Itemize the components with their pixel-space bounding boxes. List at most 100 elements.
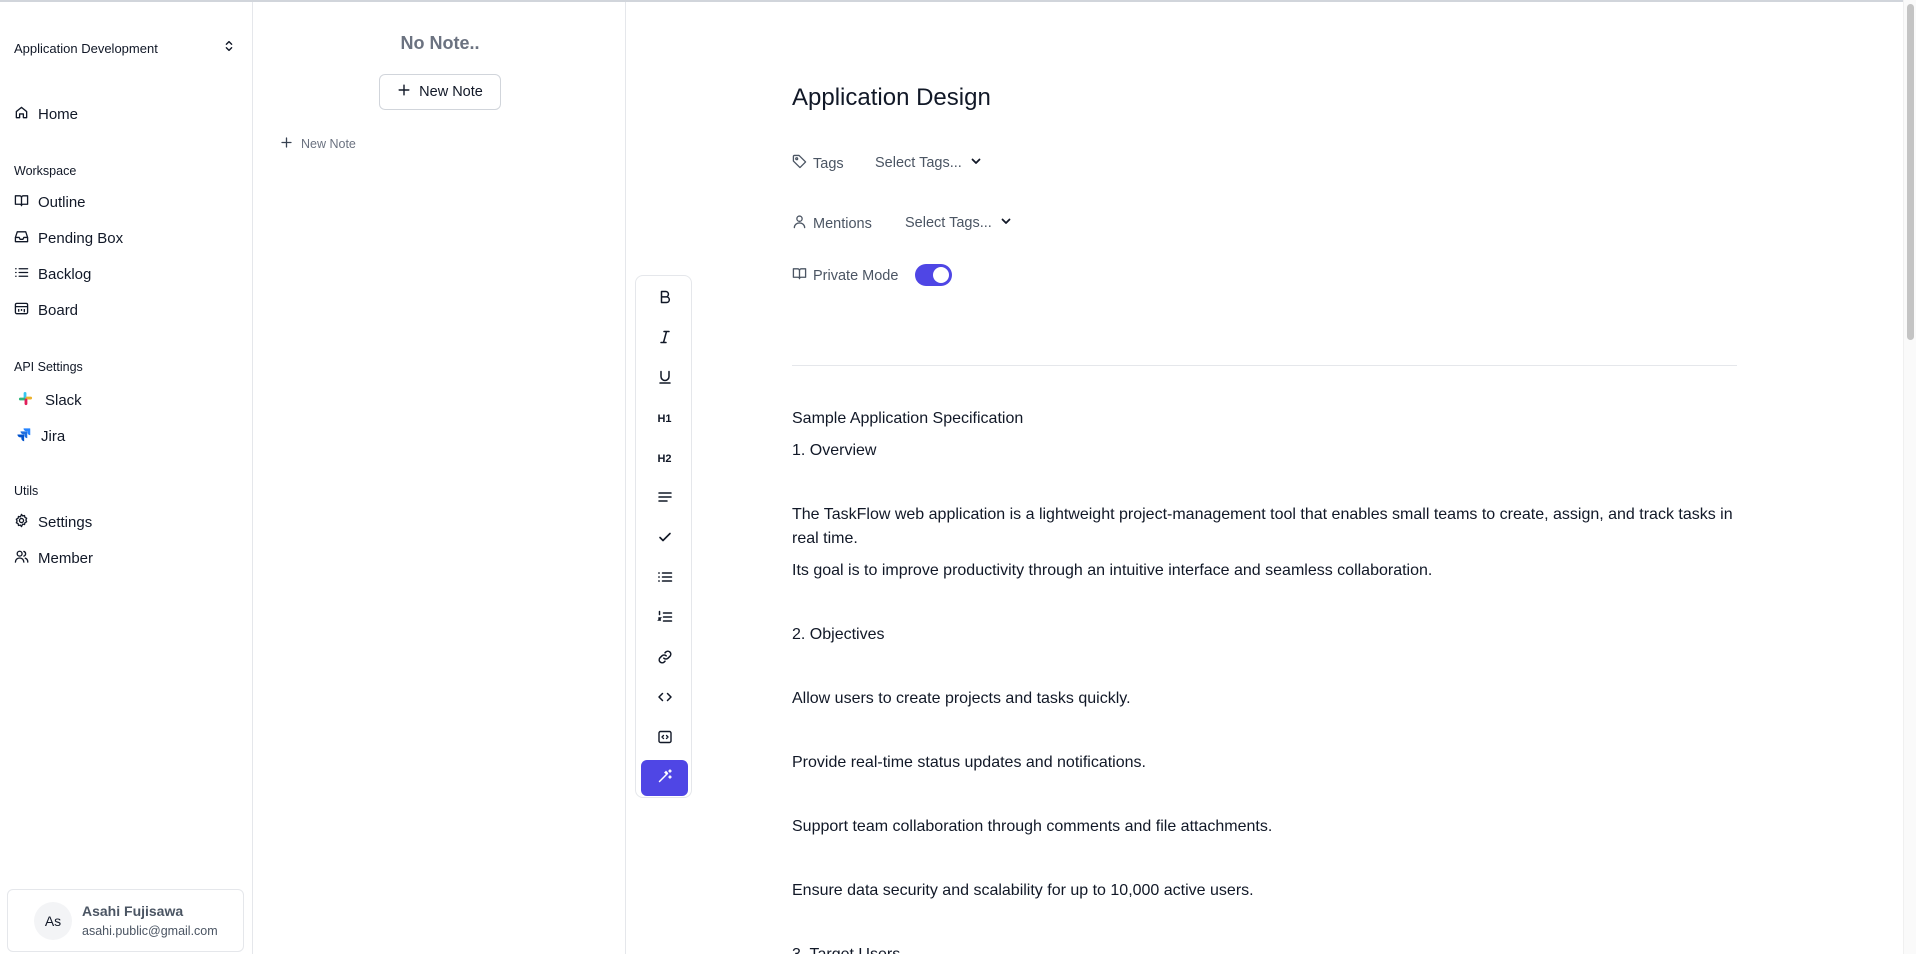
section-label-utils: Utils [14,484,39,498]
sidebar: Application Development Home Workspace O… [0,2,253,954]
section-label-api-settings: API Settings [14,360,83,374]
mentions-select-placeholder: Select Tags... [905,215,992,231]
user-icon [792,214,807,233]
tags-label: Tags [792,154,844,173]
link-icon [657,649,673,670]
italic-icon [657,329,673,350]
tags-label-text: Tags [813,155,844,172]
underline-icon [657,369,673,390]
target-users-heading: 3. Target Users [792,943,1737,954]
list-icon [14,265,29,284]
user-email: asahi.public@gmail.com [82,924,218,938]
notes-panel: No Note.. New Note New Note [254,2,626,954]
sidebar-item-jira[interactable]: Jira [16,424,65,448]
objective-item-2: Provide real-time status updates and not… [792,754,1146,771]
sidebar-item-label: Board [38,301,79,319]
magic-wand-icon [657,768,673,789]
private-mode-toggle[interactable] [915,264,952,286]
book-open-icon [792,266,807,285]
tags-select-placeholder: Select Tags... [875,155,962,171]
mentions-label: Mentions [792,214,872,233]
chevron-down-icon [970,155,982,171]
section-label-workspace: Workspace [14,164,77,178]
heading1-icon: H1 [657,413,672,425]
checklist-button[interactable] [641,522,688,556]
inbox-icon [14,229,29,248]
book-open-icon [14,193,29,212]
underline-button[interactable] [641,362,688,396]
sidebar-item-pending-box[interactable]: Pending Box [14,226,123,250]
heading2-button[interactable]: H2 [641,442,688,476]
sidebar-item-label: Member [38,549,94,567]
spec-title: Sample Application Specification [792,410,1024,427]
tag-icon [792,154,807,173]
checkmark-icon [657,529,673,550]
heading1-button[interactable]: H1 [641,402,688,436]
sidebar-item-backlog[interactable]: Backlog [14,262,91,286]
ordered-list-button[interactable] [641,602,688,636]
sidebar-item-label: Jira [41,427,66,445]
toggle-knob [933,267,949,283]
sidebar-item-home[interactable]: Home [14,102,78,126]
private-mode-label: Private Mode [792,266,898,285]
chevron-down-icon [1000,215,1012,231]
bullet-list-icon [657,569,673,590]
sidebar-item-label: Outline [38,193,86,211]
empty-notes-title: No Note.. [400,33,480,53]
sidebar-item-slack[interactable]: Slack [18,388,82,412]
sidebar-item-board[interactable]: Board [14,298,78,322]
link-button[interactable] [641,642,688,676]
note-editor: Application Design Tags Select Tags... M… [792,0,1737,954]
workspace-switcher[interactable]: Application Development [14,36,236,60]
sidebar-item-member[interactable]: Member [14,546,93,570]
sidebar-item-label: Home [38,105,79,123]
plus-icon [280,136,293,152]
bold-icon [657,289,673,310]
code-block-icon [657,729,673,750]
board-icon [14,301,29,320]
sidebar-item-label: Pending Box [38,229,124,247]
mentions-label-text: Mentions [813,215,872,232]
objective-item-3: Support team collaboration through comme… [792,818,1273,835]
workspace-name: Application Development [14,40,158,56]
document-title[interactable]: Application Design [792,84,991,112]
bullet-list-button[interactable] [641,562,688,596]
objective-item-1: Allow users to create projects and tasks… [792,690,1131,707]
code-icon [657,689,673,710]
private-mode-label-text: Private Mode [813,267,899,284]
plus-icon [397,83,411,101]
sidebar-item-label: Slack [45,391,82,409]
tags-select[interactable]: Select Tags... [875,155,982,171]
overview-paragraph-1: The TaskFlow web application is a lightw… [792,506,1733,547]
home-icon [14,105,29,124]
avatar: As [34,901,72,940]
paragraph-button[interactable] [641,482,688,516]
editor-divider [792,365,1737,366]
mentions-select[interactable]: Select Tags... [905,215,1012,231]
code-button[interactable] [641,682,688,716]
paragraph-icon [657,489,673,510]
new-note-link-label: New Note [301,137,356,151]
bold-button[interactable] [641,282,688,316]
sidebar-item-label: Backlog [38,265,92,283]
new-note-button-label: New Note [419,84,483,100]
sidebar-item-settings[interactable]: Settings [14,510,92,534]
sidebar-item-label: Settings [38,513,93,531]
new-note-button[interactable]: New Note [379,74,501,110]
page-scrollbar[interactable] [1903,0,1916,954]
formatting-toolbar: H1 H2 [635,275,692,798]
user-profile-card[interactable]: As Asahi Fujisawa asahi.public@gmail.com [7,889,244,952]
code-block-button[interactable] [641,722,688,756]
scrollbar-thumb[interactable] [1907,4,1914,340]
objectives-heading: 2. Objectives [792,626,885,643]
italic-button[interactable] [641,322,688,356]
users-icon [14,549,29,568]
ai-magic-button[interactable] [641,760,688,796]
objective-item-4: Ensure data security and scalability for… [792,882,1254,899]
heading2-icon: H2 [657,453,672,465]
sidebar-item-outline[interactable]: Outline [14,190,86,214]
ordered-list-icon [656,609,673,630]
new-note-link[interactable]: New Note [280,136,356,152]
jira-icon [16,427,31,446]
slack-icon [18,391,33,410]
